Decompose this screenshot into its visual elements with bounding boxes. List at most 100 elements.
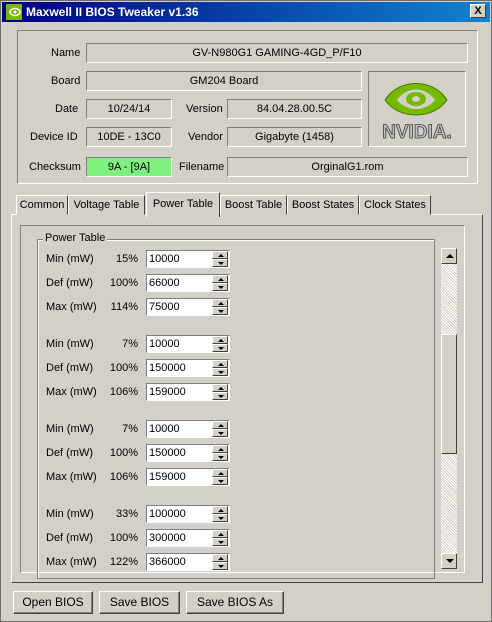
spin-up-button[interactable] [212, 336, 228, 344]
power-row-percent: 15% [115, 253, 138, 265]
scroll-thumb[interactable] [441, 334, 457, 454]
version-label: Version [186, 103, 223, 115]
close-button[interactable]: X [470, 4, 486, 18]
power-value-spinner[interactable]: 10000 [146, 335, 230, 353]
spinner-buttons [212, 275, 228, 291]
scroll-up-button[interactable] [441, 248, 457, 264]
arrow-down-icon [218, 262, 224, 265]
power-value-spinner[interactable]: 150000 [146, 359, 230, 377]
power-value-spinner[interactable]: 159000 [146, 468, 230, 486]
board-field[interactable]: GM204 Board [86, 71, 362, 91]
power-value[interactable]: 10000 [149, 253, 180, 265]
filename-label: Filename [179, 161, 225, 173]
spinner-buttons [212, 251, 228, 267]
spin-down-button[interactable] [212, 283, 228, 291]
power-value-spinner[interactable]: 10000 [146, 250, 230, 268]
spin-up-button[interactable] [212, 469, 228, 477]
power-value[interactable]: 10000 [149, 338, 180, 350]
power-value[interactable]: 10000 [149, 423, 180, 435]
tab-voltage-table[interactable]: Voltage Table [68, 195, 145, 215]
spin-up-button[interactable] [212, 421, 228, 429]
version-field[interactable]: 84.04.28.00.5C [227, 99, 362, 119]
power-value-spinner[interactable]: 366000 [146, 553, 230, 571]
device-id-label: Device ID [30, 131, 78, 143]
power-value[interactable]: 159000 [149, 386, 186, 398]
power-value[interactable]: 150000 [149, 362, 186, 374]
spin-down-button[interactable] [212, 453, 228, 461]
arrow-down-icon [218, 395, 224, 398]
power-value-spinner[interactable]: 159000 [146, 383, 230, 401]
spin-down-button[interactable] [212, 392, 228, 400]
power-value[interactable]: 66000 [149, 277, 180, 289]
power-value[interactable]: 159000 [149, 471, 186, 483]
device-id-field[interactable]: 10DE - 13C0 [86, 127, 172, 147]
power-value-spinner[interactable]: 300000 [146, 529, 230, 547]
spin-down-button[interactable] [212, 344, 228, 352]
open-bios-button[interactable]: Open BIOS [13, 591, 93, 614]
vendor-field[interactable]: Gigabyte (1458) [227, 127, 362, 147]
tab-boost-states[interactable]: Boost States [287, 195, 359, 215]
tab-power-table[interactable]: Power Table [146, 192, 220, 217]
spin-up-button[interactable] [212, 445, 228, 453]
tab-common[interactable]: Common [16, 195, 68, 215]
spin-up-button[interactable] [212, 275, 228, 283]
power-row-label: Min (mW) [46, 508, 94, 520]
spin-up-button[interactable] [212, 506, 228, 514]
spin-up-button[interactable] [212, 360, 228, 368]
date-field[interactable]: 10/24/14 [86, 99, 172, 119]
power-value[interactable]: 75000 [149, 301, 180, 313]
arrow-up-icon [218, 363, 224, 366]
power-value-spinner[interactable]: 100000 [146, 505, 230, 523]
power-value-spinner[interactable]: 66000 [146, 274, 230, 292]
title-bar[interactable]: Maxwell II BIOS Tweaker v1.36 X [2, 2, 490, 22]
spin-up-button[interactable] [212, 384, 228, 392]
nvidia-eye-icon: NVIDIA. [382, 83, 452, 143]
save-bios-as-button[interactable]: Save BIOS As [186, 591, 284, 614]
power-value[interactable]: 100000 [149, 508, 186, 520]
power-row-label: Max (mW) [46, 301, 97, 313]
spin-down-button[interactable] [212, 368, 228, 376]
vertical-scrollbar[interactable] [441, 248, 457, 569]
board-label: Board [51, 75, 81, 87]
vendor-label: Vendor [188, 131, 223, 143]
arrow-up-icon [446, 254, 454, 258]
power-row-percent: 100% [109, 277, 138, 289]
tab-boost-table[interactable]: Boost Table [220, 195, 287, 215]
name-field[interactable]: GV-N980G1 GAMING-4GD_P/F10 [86, 43, 468, 63]
power-value[interactable]: 300000 [149, 532, 186, 544]
arrow-up-icon [218, 448, 224, 451]
spin-up-button[interactable] [212, 530, 228, 538]
spin-up-button[interactable] [212, 251, 228, 259]
spin-down-button[interactable] [212, 307, 228, 315]
spin-up-button[interactable] [212, 554, 228, 562]
filename-field[interactable]: OrginalG1.rom [227, 157, 468, 177]
power-value-spinner[interactable]: 10000 [146, 420, 230, 438]
arrow-down-icon [218, 310, 224, 313]
power-row-label: Min (mW) [46, 253, 94, 265]
save-bios-button[interactable]: Save BIOS [99, 591, 180, 614]
date-label: Date [55, 103, 79, 115]
spinner-buttons [212, 554, 228, 570]
tab-clock-states[interactable]: Clock States [359, 195, 431, 215]
power-value-spinner[interactable]: 75000 [146, 298, 230, 316]
arrow-down-icon [218, 371, 224, 374]
arrow-up-icon [218, 557, 224, 560]
power-value[interactable]: 150000 [149, 447, 186, 459]
spin-down-button[interactable] [212, 538, 228, 546]
power-value[interactable]: 366000 [149, 556, 186, 568]
spin-down-button[interactable] [212, 477, 228, 485]
power-row-label: Def (mW) [46, 532, 94, 544]
spinner-buttons [212, 530, 228, 546]
spinner-buttons [212, 299, 228, 315]
power-row-percent: 106% [109, 471, 138, 483]
spin-down-button[interactable] [212, 429, 228, 437]
power-table-group [37, 239, 435, 579]
window-title: Maxwell II BIOS Tweaker v1.36 [26, 5, 199, 19]
power-value-spinner[interactable]: 150000 [146, 444, 230, 462]
scroll-down-button[interactable] [441, 553, 457, 569]
spin-down-button[interactable] [212, 514, 228, 522]
spin-up-button[interactable] [212, 299, 228, 307]
spinner-buttons [212, 506, 228, 522]
spin-down-button[interactable] [212, 259, 228, 267]
spin-down-button[interactable] [212, 562, 228, 570]
